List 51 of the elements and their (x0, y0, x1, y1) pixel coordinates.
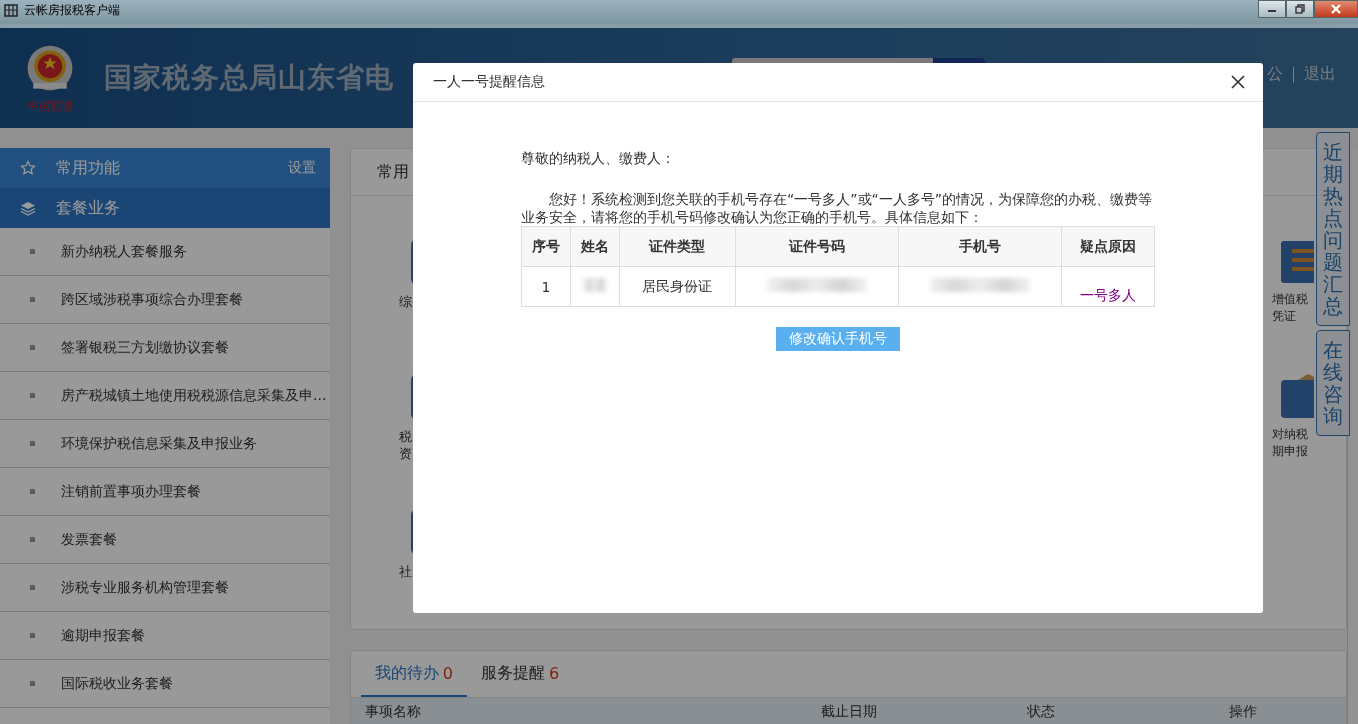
panel-title: 常用 (376, 161, 409, 183)
tile-label[interactable]: 税 资 (396, 428, 415, 462)
column-header: 姓名 (570, 226, 620, 267)
column-header: 操作 (1228, 703, 1257, 721)
sidebar-item[interactable]: 新办纳税人套餐服务 (0, 228, 330, 276)
side-tab[interactable]: 在线咨询 (1316, 330, 1350, 436)
column-header: 证件类型 (619, 226, 736, 267)
dialog-title: 一人一号提醒信息 (433, 73, 545, 91)
tile-label[interactable]: 对纳税 期申报 (1272, 426, 1308, 460)
star-icon (20, 160, 36, 176)
column-header: 手机号 (898, 226, 1062, 267)
restore-icon (1295, 4, 1305, 14)
tile-label[interactable]: 增值税 凭证 (1272, 291, 1308, 325)
document-icon[interactable] (1280, 239, 1314, 285)
table-cell: 1 (521, 266, 571, 307)
sidebar-section[interactable]: 套餐业务 (0, 188, 330, 228)
column-header: 状态 (1026, 703, 1055, 721)
column-header: 证件号码 (735, 226, 899, 267)
sidebar-item[interactable]: 房产税城镇土地使用税税源信息采集及申... (0, 372, 330, 420)
tile-label[interactable]: 社 (396, 563, 415, 580)
close-icon (1330, 4, 1342, 14)
restore-button[interactable] (1286, 0, 1314, 18)
column-header: 疑点原因 (1061, 226, 1155, 267)
tile-label[interactable]: 综 (396, 293, 415, 310)
sidebar-item[interactable]: 发票套餐 (0, 516, 330, 564)
column-header: 序号 (521, 226, 571, 267)
column-header: 截止日期 (820, 703, 877, 721)
close-icon[interactable] (1231, 75, 1245, 89)
sidebar-item[interactable]: 国际税收业务套餐 (0, 660, 330, 708)
table-cell: 居民身份证 (619, 266, 736, 307)
sidebar-item[interactable]: 环境保护税信息采集及申报业务 (0, 420, 330, 468)
greeting-text: 尊敬的纳税人、缴费人： (521, 150, 676, 168)
folder-icon[interactable] (1280, 374, 1314, 420)
window-title: 云帐房报税客户端 (24, 1, 120, 19)
sidebar-item[interactable]: 注销前置事项办理套餐 (0, 468, 330, 516)
sidebar-item[interactable]: 涉税专业服务机构管理套餐 (0, 564, 330, 612)
site-title: 国家税务总局山东省电 (104, 60, 394, 96)
close-button[interactable] (1314, 0, 1358, 18)
message-text: 您好！系统检测到您关联的手机号存在“一号多人”或“一人多号”的情况，为保障您的办税、缴费等业务安全，请将您的手机号码修改确认为您正确的手机号。具体信息如下： (521, 190, 1153, 226)
layers-icon (20, 200, 36, 216)
sidebar-item[interactable]: 逾期申报套餐 (0, 612, 330, 660)
blurred-text (583, 278, 608, 292)
sidebar-item[interactable]: 跨区域涉税事项综合办理套餐 (0, 276, 330, 324)
sidebar-item[interactable]: 签署银税三方划缴协议套餐 (0, 324, 330, 372)
logo-caption: 中国税务 (26, 97, 74, 115)
minimize-button[interactable] (1258, 0, 1286, 18)
tab[interactable]: 服务提醒 6 (466, 651, 574, 697)
side-tab[interactable]: 近期热点问题汇总 (1316, 132, 1350, 326)
table-cell: 一号多人 (1061, 266, 1155, 307)
app-icon (4, 3, 18, 17)
column-header: 事项名称 (364, 703, 421, 721)
